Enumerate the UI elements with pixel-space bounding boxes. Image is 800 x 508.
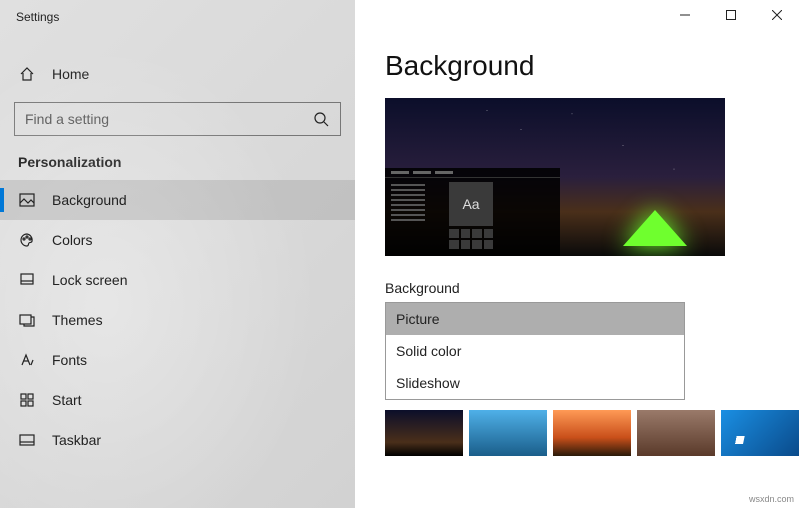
sidebar-item-label: Start (52, 392, 82, 408)
sidebar-item-themes[interactable]: Themes (0, 300, 355, 340)
close-button[interactable] (754, 0, 800, 30)
sidebar-item-label: Fonts (52, 352, 87, 368)
recent-image-thumb[interactable] (469, 410, 547, 456)
page-title: Background (385, 50, 800, 82)
taskbar-icon (18, 431, 36, 449)
sidebar-item-label: Taskbar (52, 432, 101, 448)
background-dropdown[interactable]: Picture Solid color Slideshow (385, 302, 685, 400)
section-title: Personalization (0, 136, 355, 180)
sidebar-item-label: Background (52, 192, 127, 208)
recent-image-thumb[interactable] (721, 410, 799, 456)
background-preview: Aa (385, 98, 725, 256)
home-label: Home (52, 66, 89, 82)
search-input[interactable]: Find a setting (14, 102, 341, 136)
recent-image-thumb[interactable] (385, 410, 463, 456)
dropdown-option-slideshow[interactable]: Slideshow (386, 367, 684, 399)
picture-icon (18, 191, 36, 209)
sidebar-item-label: Themes (52, 312, 103, 328)
recent-images-row (385, 410, 800, 456)
preview-tent (623, 210, 687, 246)
app-title: Settings (0, 0, 355, 34)
start-icon (18, 391, 36, 409)
sidebar-item-fonts[interactable]: Fonts (0, 340, 355, 380)
minimize-button[interactable] (662, 0, 708, 30)
search-placeholder: Find a setting (25, 111, 109, 127)
sidebar-item-start[interactable]: Start (0, 380, 355, 420)
maximize-button[interactable] (708, 0, 754, 30)
main-content: Background Aa Background Picture Solid c… (355, 0, 800, 508)
recent-image-thumb[interactable] (637, 410, 715, 456)
recent-image-thumb[interactable] (553, 410, 631, 456)
background-dropdown-label: Background (385, 280, 800, 296)
sidebar-item-background[interactable]: Background (0, 180, 355, 220)
palette-icon (18, 231, 36, 249)
preview-desktop-mock: Aa (385, 168, 560, 256)
sidebar-item-label: Colors (52, 232, 92, 248)
search-icon (312, 110, 330, 128)
home-link[interactable]: Home (0, 54, 355, 94)
window-controls (662, 0, 800, 30)
watermark: wsxdn.com (749, 494, 794, 504)
themes-icon (18, 311, 36, 329)
sidebar-item-colors[interactable]: Colors (0, 220, 355, 260)
sidebar-item-lockscreen[interactable]: Lock screen (0, 260, 355, 300)
fonts-icon (18, 351, 36, 369)
sidebar: Settings Home Find a setting Personaliza… (0, 0, 355, 508)
preview-text-sample: Aa (449, 182, 493, 226)
home-icon (18, 65, 36, 83)
dropdown-option-solid[interactable]: Solid color (386, 335, 684, 367)
sidebar-item-label: Lock screen (52, 272, 127, 288)
dropdown-option-picture[interactable]: Picture (386, 303, 684, 335)
sidebar-item-taskbar[interactable]: Taskbar (0, 420, 355, 460)
lockscreen-icon (18, 271, 36, 289)
